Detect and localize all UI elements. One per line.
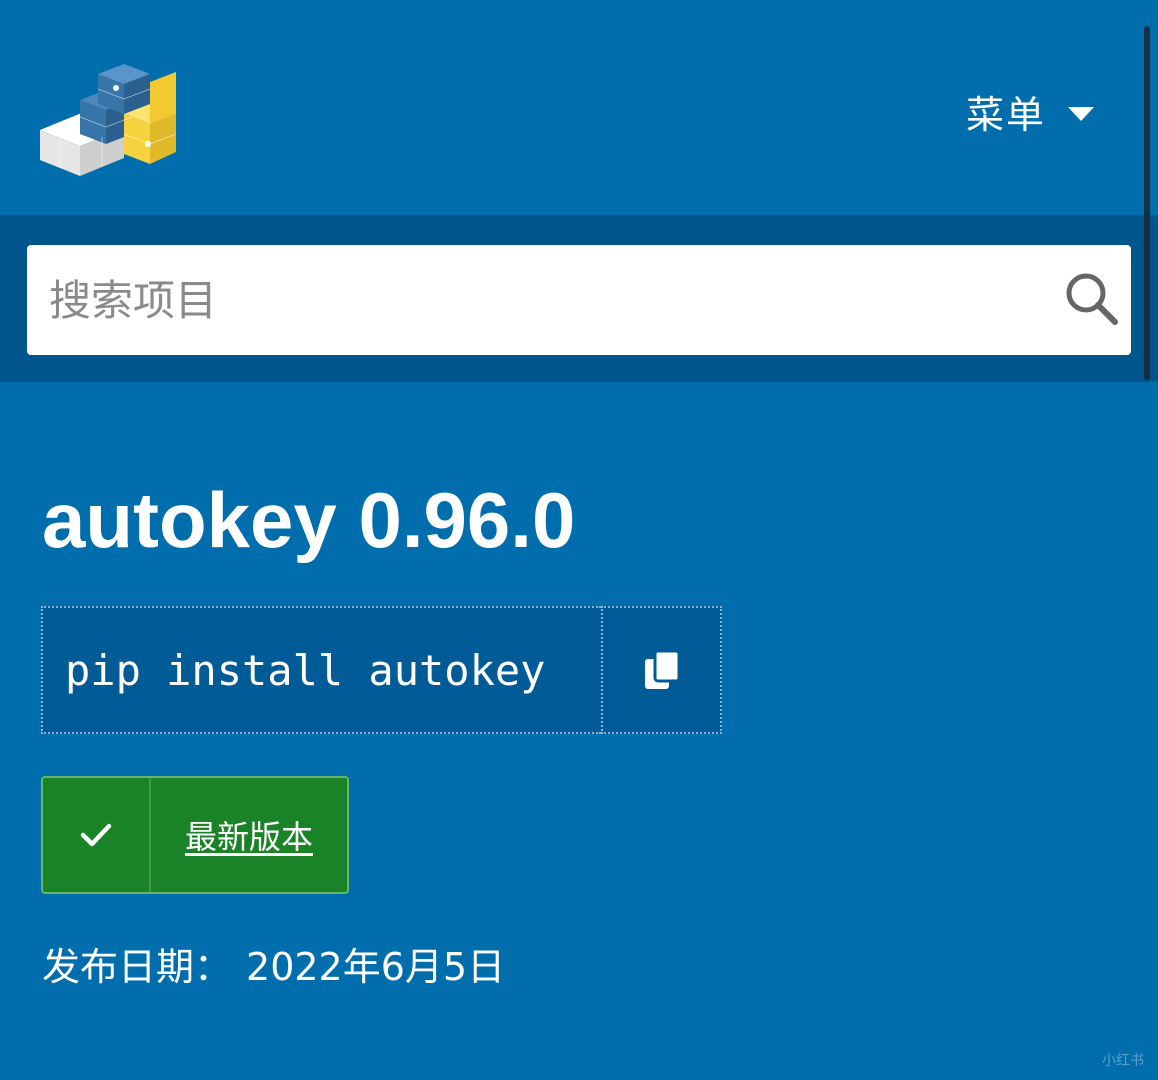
copy-button[interactable] bbox=[601, 606, 722, 734]
copy-icon bbox=[644, 649, 680, 689]
menu-button[interactable]: 菜单 bbox=[966, 84, 1094, 139]
pypi-logo-icon[interactable] bbox=[36, 52, 181, 180]
install-command-box: pip install autokey bbox=[41, 606, 722, 736]
watermark: 小红书 bbox=[1102, 1053, 1144, 1069]
latest-version-badge: 最新版本 bbox=[41, 776, 349, 894]
site-header: 菜单 bbox=[0, 0, 1158, 215]
search-box bbox=[27, 245, 1131, 355]
release-date-value: 2022年6月5日 bbox=[246, 945, 506, 989]
latest-version-link[interactable]: 最新版本 bbox=[151, 778, 347, 892]
search-icon[interactable] bbox=[1063, 270, 1121, 328]
install-command: pip install autokey bbox=[41, 606, 601, 734]
status-check-area bbox=[43, 778, 151, 892]
page-scrollbar[interactable] bbox=[1144, 26, 1150, 380]
caret-down-icon bbox=[1068, 106, 1094, 121]
release-date-row: 发布日期： 2022年6月5日 bbox=[42, 936, 505, 991]
package-title: autokey 0.96.0 bbox=[42, 476, 576, 564]
menu-label: 菜单 bbox=[965, 93, 1046, 137]
search-input[interactable] bbox=[27, 245, 1047, 355]
check-icon bbox=[80, 823, 112, 847]
search-bar-band bbox=[0, 215, 1158, 382]
release-date-label: 发布日期： bbox=[42, 945, 233, 989]
